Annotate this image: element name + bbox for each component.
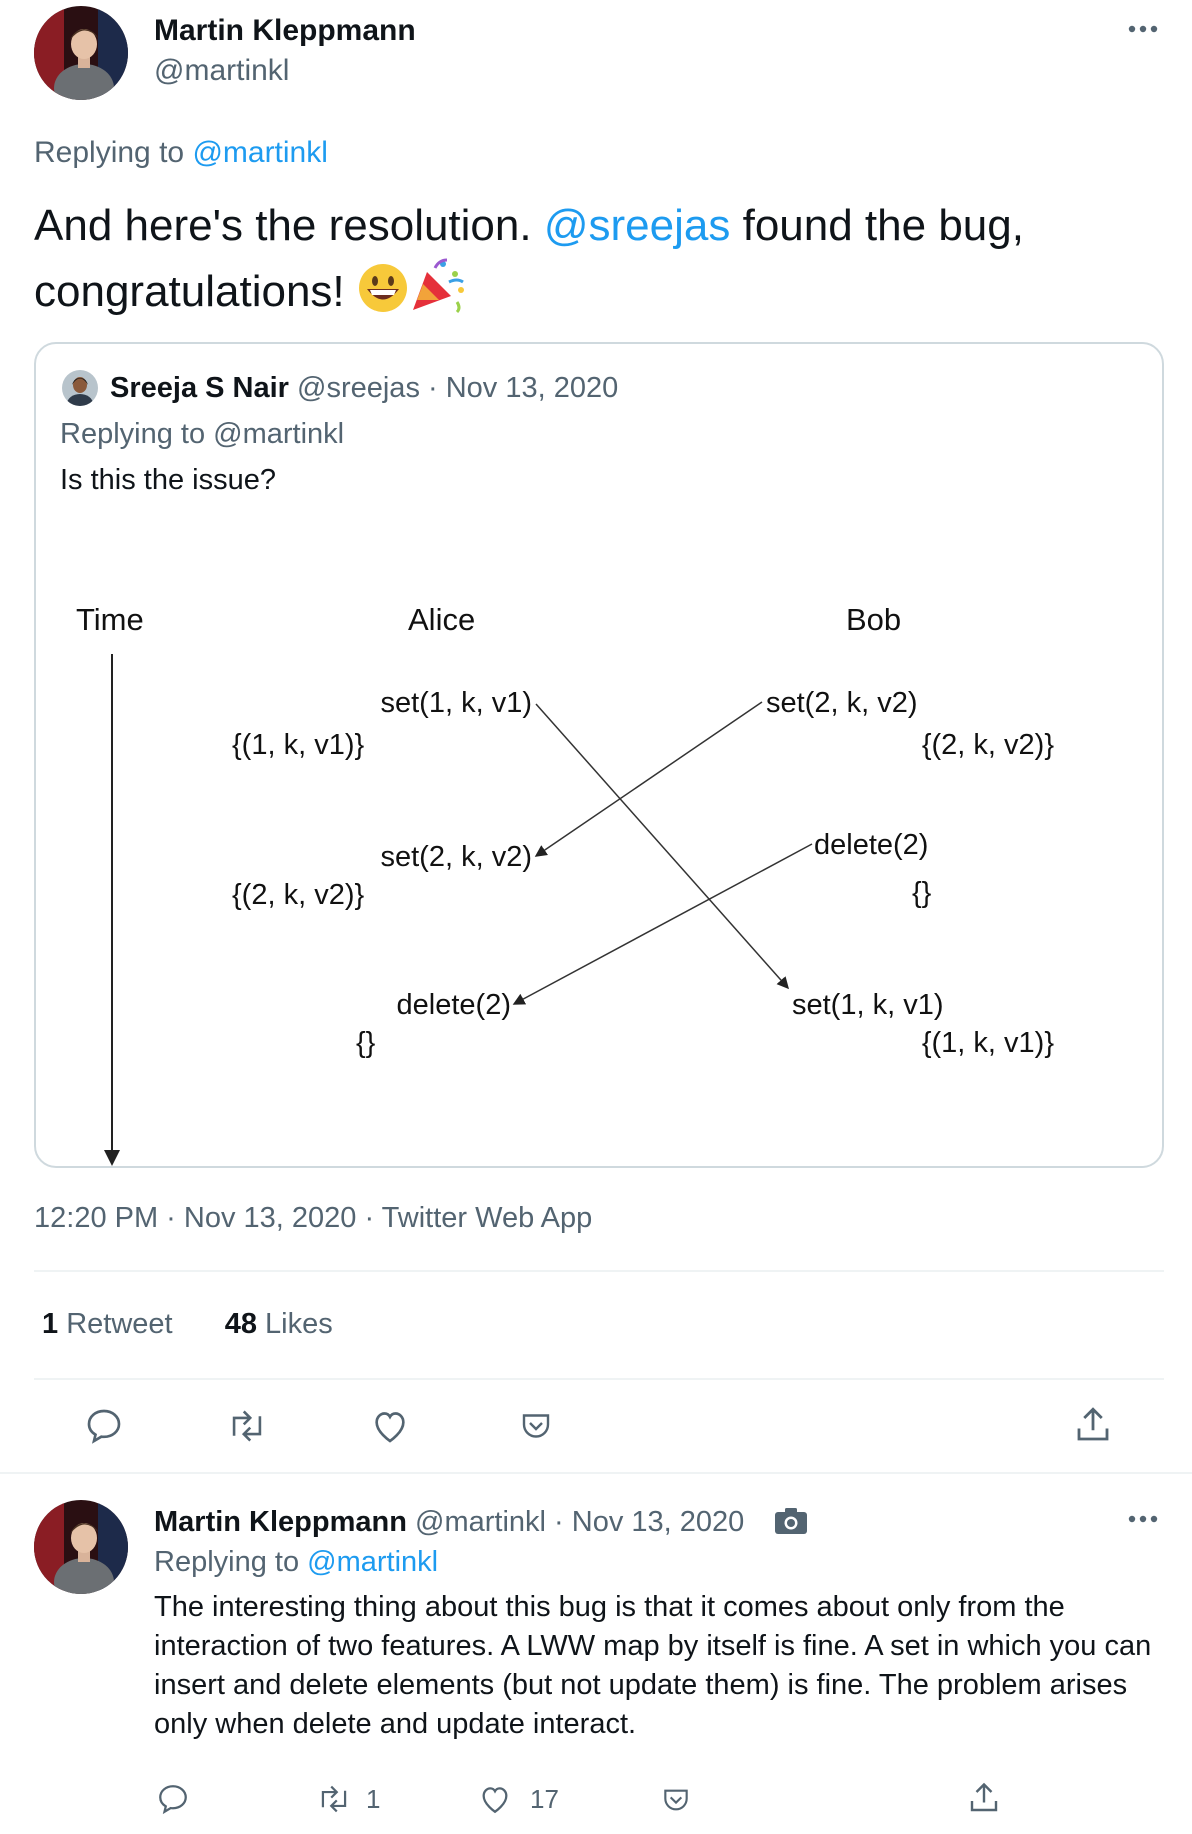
like-button[interactable] (370, 1406, 410, 1446)
alice-op-1: set(1, k, v1) (381, 687, 533, 719)
bookmark-pocket-icon (664, 1789, 688, 1811)
share-icon (970, 1782, 998, 1812)
reply-author-handle[interactable]: @martinkl (415, 1506, 546, 1538)
reply-replying-to: Replying to @martinkl (154, 1546, 439, 1578)
bob-state-3: {(1, k, v1)} (922, 1027, 1054, 1059)
reply-share-button[interactable] (966, 1780, 1002, 1816)
retweet-button[interactable] (226, 1406, 268, 1446)
heart-icon (375, 1412, 405, 1443)
replying-prefix: Replying to (34, 136, 185, 169)
bob-op-2: delete(2) (814, 829, 928, 861)
replying-to-link[interactable]: @martinkl (192, 136, 327, 169)
likes-stat[interactable]: 48 Likes (225, 1308, 333, 1340)
party-popper-icon (409, 256, 467, 330)
alice-op-3: delete(2) (397, 989, 511, 1021)
alice-label: Alice (408, 602, 475, 637)
reply-author-avatar[interactable] (34, 1500, 128, 1594)
reply-retweet-count: 1 (366, 1783, 381, 1814)
retweet-icon (232, 1410, 262, 1442)
retweets-stat[interactable]: 1 Retweet (42, 1308, 181, 1340)
bob-op-1: set(2, k, v2) (766, 687, 918, 719)
reply-button[interactable] (84, 1406, 124, 1446)
reply-more-options-button[interactable] (1126, 1502, 1160, 1541)
alice-state-1: {(1, k, v1)} (232, 729, 364, 761)
message-arrow-bob-delete-to-alice (512, 843, 813, 1005)
quoted-date[interactable]: · Nov 13, 2020 (428, 372, 618, 404)
tweet-stats: 1 Retweet 48 Likes (42, 1308, 333, 1341)
tweet-text: And here's the resolution. @sreejas foun… (34, 196, 1164, 330)
quoted-image-diagram[interactable]: Time Alice Bob set(1, k, v1) {(1, k, v1)… (36, 504, 1162, 1166)
reply-like-button[interactable]: 17 (478, 1782, 559, 1816)
reply-reply-button[interactable] (156, 1782, 190, 1816)
retweet-icon (321, 1785, 347, 1813)
quoted-header: Sreeja S Nair @sreejas · Nov 13, 2020 (110, 372, 618, 405)
reply-date[interactable]: · Nov 13, 2020 (554, 1506, 744, 1538)
bob-state-2: {} (912, 877, 932, 909)
more-dots-icon (1128, 25, 1158, 33)
save-button[interactable] (518, 1408, 554, 1444)
bookmark-pocket-icon (522, 1414, 550, 1438)
more-dots-icon (1128, 1515, 1158, 1523)
reply-text: The interesting thing about this bug is … (154, 1591, 1152, 1740)
bob-state-1: {(2, k, v2)} (922, 729, 1054, 761)
reply-save-button[interactable] (660, 1784, 692, 1816)
divider (34, 1270, 1164, 1272)
reply-retweet-button[interactable]: 1 (316, 1782, 380, 1816)
grinning-face-icon (357, 262, 409, 330)
reply-header: Martin Kleppmann @martinkl · Nov 13, 202… (154, 1506, 808, 1543)
bob-label: Bob (846, 602, 901, 637)
alice-state-3: {} (356, 1027, 376, 1059)
camera-icon (774, 1507, 808, 1543)
heart-icon (482, 1787, 508, 1814)
quoted-author-avatar[interactable] (62, 370, 98, 406)
alice-state-2: {(2, k, v2)} (232, 879, 364, 911)
replying-to: Replying to @martinkl (34, 136, 328, 170)
tweet-separator (0, 1472, 1192, 1474)
alice-op-2: set(2, k, v2) (381, 841, 533, 873)
message-arrow-bob-set2-to-alice (534, 701, 763, 857)
reply-author-name[interactable]: Martin Kleppmann (154, 1506, 407, 1538)
mention-link[interactable]: @sreejas (544, 201, 731, 250)
quoted-text: Is this the issue? (60, 464, 276, 496)
reply-icon (87, 1409, 121, 1444)
author-handle[interactable]: @martinkl (154, 54, 289, 88)
reply-icon (159, 1785, 187, 1815)
author-avatar[interactable] (34, 6, 128, 100)
share-icon (1077, 1407, 1109, 1441)
bob-op-3: set(1, k, v1) (792, 989, 944, 1021)
reply-replying-to-link[interactable]: @martinkl (307, 1546, 438, 1578)
tweet-timestamp[interactable]: 12:20 PM · Nov 13, 2020 · Twitter Web Ap… (34, 1202, 592, 1235)
quoted-tweet-card[interactable]: Sreeja S Nair @sreejas · Nov 13, 2020 Re… (34, 342, 1164, 1168)
divider (34, 1378, 1164, 1380)
quoted-replying-to: Replying to @martinkl (60, 418, 345, 450)
quoted-author-name[interactable]: Sreeja S Nair (110, 372, 289, 404)
reply-like-count: 17 (530, 1783, 559, 1814)
author-name[interactable]: Martin Kleppmann (154, 14, 416, 48)
time-label: Time (76, 602, 144, 637)
share-button[interactable] (1072, 1404, 1114, 1446)
quoted-author-handle[interactable]: @sreejas (297, 372, 420, 404)
message-arrow-alice-set1-to-bob (535, 703, 789, 990)
more-options-button[interactable] (1126, 12, 1160, 51)
